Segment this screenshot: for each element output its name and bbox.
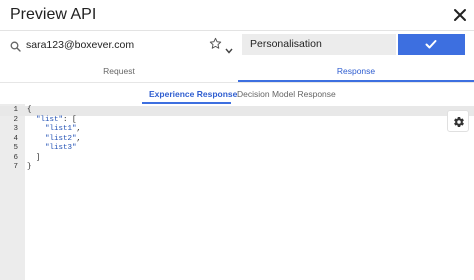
code-line: 1{	[0, 106, 474, 116]
subtab-decision-model-response[interactable]: Decision Model Response	[237, 89, 336, 99]
editor-settings-button[interactable]	[447, 110, 469, 132]
search-icon	[10, 39, 21, 52]
check-icon	[425, 40, 437, 49]
code-line: 2 "list": [	[0, 116, 474, 126]
line-number: 2	[13, 115, 18, 124]
code-line: 3 "list1",	[0, 125, 474, 135]
line-code: "list": [	[36, 115, 77, 124]
confirm-button[interactable]	[398, 34, 465, 55]
active-tab-indicator	[238, 80, 474, 82]
experience-select[interactable]: Personalisation	[242, 34, 396, 55]
line-code: "list1",	[45, 125, 82, 133]
line-code: "list3"	[45, 144, 77, 152]
code-line: 5 "list3"	[0, 144, 474, 154]
window-title: Preview API	[10, 6, 97, 23]
response-subtabs: Experience Response Decision Model Respo…	[0, 85, 474, 106]
code-line: 6 ]	[0, 154, 474, 164]
line-number: 4	[13, 134, 18, 143]
guest-search-input[interactable]	[26, 36, 202, 53]
chevron-down-icon[interactable]	[225, 41, 233, 54]
gear-icon	[454, 117, 464, 128]
line-code: }	[27, 163, 32, 171]
line-code: ]	[27, 153, 41, 162]
line-number: 3	[13, 125, 18, 133]
tab-request[interactable]: Request	[0, 60, 238, 83]
star-icon[interactable]	[209, 37, 222, 50]
close-icon[interactable]	[452, 7, 468, 23]
line-number: 1	[13, 106, 18, 114]
subtab-experience-response[interactable]: Experience Response	[149, 89, 237, 99]
title-bar: Preview API	[0, 0, 474, 30]
line-code: {	[27, 106, 32, 114]
line-number: 7	[13, 163, 18, 171]
preview-toolbar: Personalisation	[0, 31, 474, 58]
response-editor[interactable]: 1{2 "list": [3 "list1", 4 "list2", 5 "list…	[0, 104, 474, 280]
line-number: 5	[13, 144, 18, 152]
line-code: "list2",	[45, 134, 82, 143]
code-line: 7}	[0, 163, 474, 173]
code-line: 4 "list2",	[0, 135, 474, 145]
line-number: 6	[13, 153, 18, 162]
